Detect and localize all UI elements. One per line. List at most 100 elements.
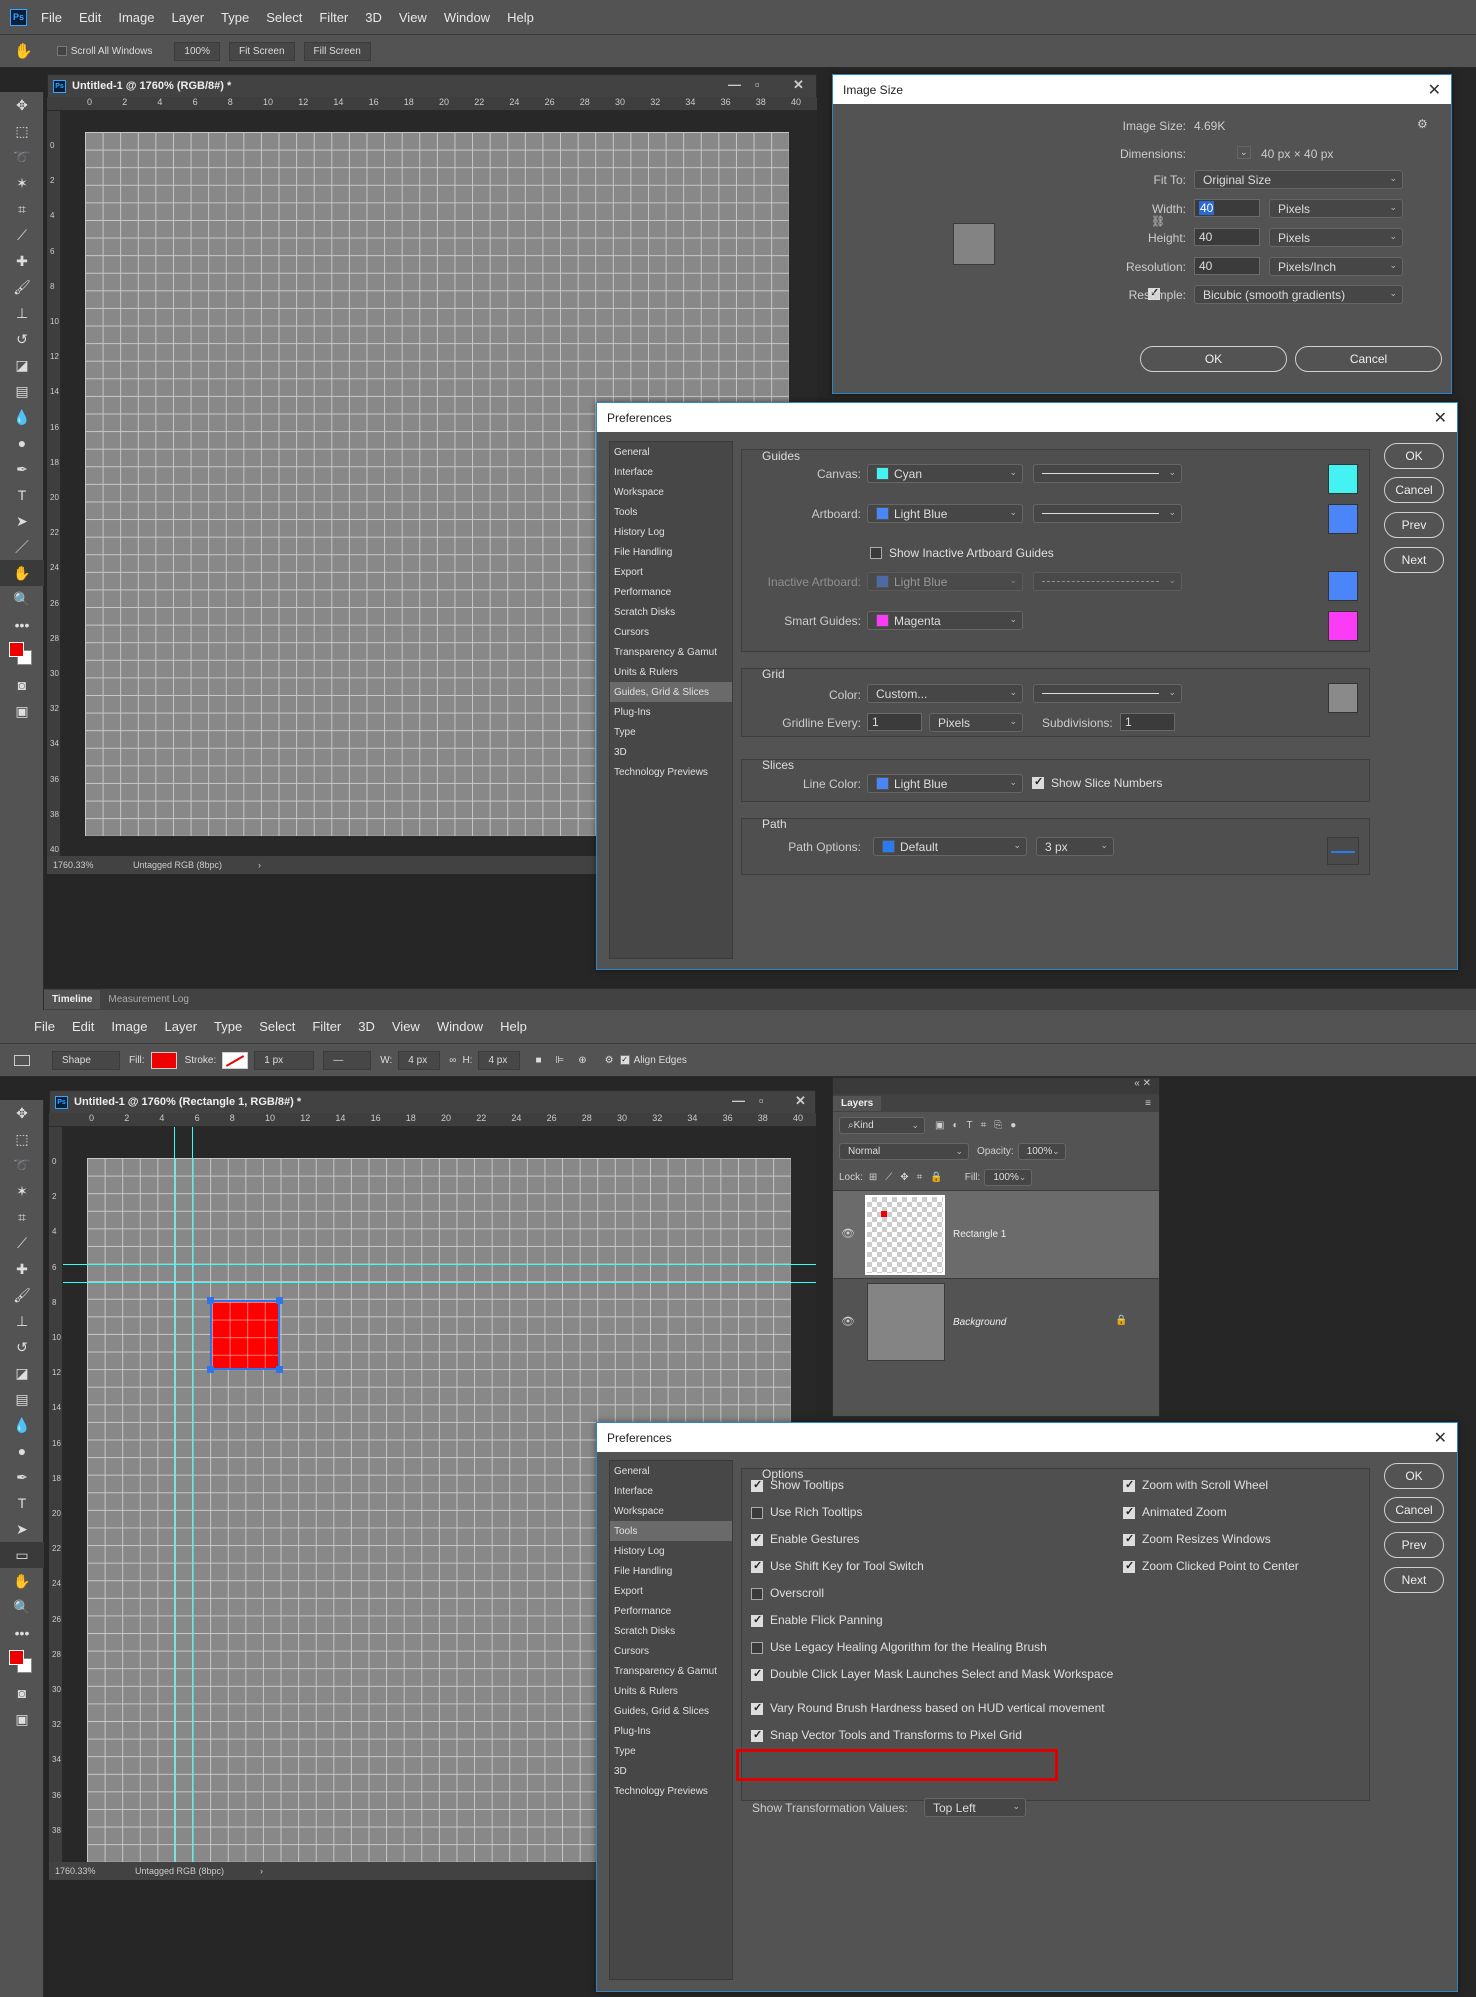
hand-tool-icon[interactable]: ✋ [14,42,33,60]
visibility-eye-icon[interactable]: 👁 [841,1315,855,1328]
menu-image[interactable]: Image [118,10,154,25]
option-checkbox[interactable] [751,1559,763,1573]
stamp-tool-icon[interactable]: ⊥ [0,1308,44,1334]
healing-tool-icon[interactable]: ✚ [0,248,44,274]
constrain-link-icon[interactable]: ⛓ [1151,215,1165,228]
menu-select[interactable]: Select [266,10,302,25]
option-checkbox[interactable] [1123,1478,1135,1492]
visibility-eye-icon[interactable]: 👁 [841,1227,855,1240]
timeline-tab[interactable]: Timeline [44,990,101,1009]
path-ops-icon[interactable]: ■ [535,1055,541,1066]
dodge-tool-icon[interactable]: ● [0,430,44,456]
grid-line-style-select[interactable]: ⌄ [1033,684,1182,703]
menu-filter[interactable]: Filter [319,10,348,25]
prefs-next-button[interactable]: Next [1384,547,1444,573]
pref-category-item[interactable]: Workspace [610,482,732,502]
pref-category-item[interactable]: Tools [610,1521,732,1541]
panel-menu-icon[interactable]: ≡ [1145,1098,1151,1109]
prefs-ok-button[interactable]: OK [1384,1463,1444,1489]
rectangle-tool-icon[interactable] [14,1054,30,1066]
smart-guides-select[interactable]: Magenta ⌄ [867,611,1023,630]
option-checkbox[interactable] [751,1478,763,1492]
crop-tool-icon[interactable]: ⌗ [0,1204,44,1230]
fit-screen-button[interactable]: Fit Screen [228,41,295,61]
gradient-tool-icon[interactable]: ▤ [0,378,44,404]
menu-filter[interactable]: Filter [312,1019,341,1034]
blend-mode-select[interactable]: Normal ⌄ [839,1142,969,1160]
menu-layer[interactable]: Layer [172,10,205,25]
option-checkbox[interactable] [1123,1532,1135,1546]
artboard-color-select[interactable]: Light Blue ⌄ [867,504,1023,523]
zoom-tool-icon[interactable]: 🔍 [0,586,44,612]
prefs-ok-button[interactable]: OK [1384,443,1444,469]
prefs-cancel-button[interactable]: Cancel [1384,477,1444,503]
subdivisions-input[interactable]: 1 [1120,713,1175,731]
brush-tool-icon[interactable]: 🖌 [0,274,44,300]
show-inactive-guides-checkbox[interactable] [870,547,882,559]
prefs-prev-button[interactable]: Prev [1384,512,1444,538]
close-icon[interactable]: ✕ [793,77,804,93]
maximize-icon[interactable]: ▫ [759,1093,764,1108]
lasso-tool-icon[interactable]: ➰ [0,1152,44,1178]
menu-3d[interactable]: 3D [358,1019,375,1034]
pref-category-item[interactable]: Guides, Grid & Slices [610,682,732,702]
vertical-guide[interactable] [192,1127,193,1862]
transform-handle[interactable] [207,1297,214,1304]
menu-type[interactable]: Type [221,10,249,25]
foreground-color[interactable] [9,1650,24,1665]
option-checkbox[interactable] [751,1532,763,1546]
canvas-color-select[interactable]: Cyan ⌄ [867,464,1023,483]
close-icon[interactable]: ✕ [1434,1428,1447,1448]
type-tool-icon[interactable]: T [0,482,44,508]
pref-category-item[interactable]: Interface [610,1481,732,1501]
close-icon[interactable]: ✕ [1434,408,1447,428]
pref-category-item[interactable]: Units & Rulers [610,1681,732,1701]
lasso-tool-icon[interactable]: ➰ [0,144,44,170]
zoom-100-button[interactable]: 100% [174,41,220,61]
pref-category-item[interactable]: Scratch Disks [610,602,732,622]
path-select-tool-icon[interactable]: ➤ [0,508,44,534]
gradient-tool-icon[interactable]: ▤ [0,1386,44,1412]
pref-category-item[interactable]: Type [610,722,732,742]
height-unit-select[interactable]: Pixels ⌄ [1269,228,1403,247]
pref-category-item[interactable]: Plug-Ins [610,1721,732,1741]
measurement-log-tab[interactable]: Measurement Log [100,990,197,1009]
gear-icon[interactable]: ⚙ [605,1055,614,1066]
menu-help[interactable]: Help [507,10,534,25]
pref-category-item[interactable]: Scratch Disks [610,1621,732,1641]
menu-edit[interactable]: Edit [72,1019,94,1034]
dimensions-dropdown-icon[interactable]: ⌄ [1237,146,1251,159]
path-width-select[interactable]: 3 px ⌄ [1036,837,1114,856]
document-tab[interactable]: Ps Untitled-1 @ 1760% (Rectangle 1, RGB/… [50,1091,815,1113]
history-brush-tool-icon[interactable]: ↺ [0,1334,44,1360]
quick-mask-icon[interactable]: ◙ [0,1680,44,1706]
eraser-tool-icon[interactable]: ◪ [0,1360,44,1386]
pen-tool-icon[interactable]: ✒ [0,456,44,482]
fill-input[interactable]: 100% ⌄ [984,1168,1033,1186]
slice-line-color-select[interactable]: Light Blue ⌄ [867,774,1023,793]
menu-edit[interactable]: Edit [79,10,101,25]
foreground-color[interactable] [9,642,24,657]
lock-icons[interactable]: ⊞⟋✥⌗🔒 [869,1172,951,1183]
pref-category-item[interactable]: Technology Previews [610,1781,732,1801]
width-unit-select[interactable]: Pixels ⌄ [1269,199,1403,218]
path-align-icon[interactable]: ⊫ [555,1055,564,1066]
canvas-line-style-select[interactable]: ⌄ [1033,464,1182,483]
stroke-style-select[interactable]: — [323,1050,372,1070]
pref-category-item[interactable]: Tools [610,502,732,522]
horizontal-guide[interactable] [63,1282,816,1283]
quick-mask-icon[interactable]: ◙ [0,672,44,698]
minimize-icon[interactable]: — [732,1093,745,1108]
pref-category-item[interactable]: Performance [610,582,732,602]
option-checkbox[interactable] [751,1642,763,1654]
smart-guides-swatch[interactable] [1328,611,1358,641]
magic-wand-tool-icon[interactable]: ✶ [0,170,44,196]
menu-layer[interactable]: Layer [165,1019,198,1034]
menu-view[interactable]: View [392,1019,420,1034]
path-select-tool-icon[interactable]: ➤ [0,1516,44,1542]
hand-tool-icon[interactable]: ✋ [0,560,44,586]
pref-category-item[interactable]: Plug-Ins [610,702,732,722]
red-rectangle-shape[interactable] [207,1297,283,1373]
pref-category-item[interactable]: Technology Previews [610,762,732,782]
gear-icon[interactable]: ⚙ [1417,117,1428,131]
